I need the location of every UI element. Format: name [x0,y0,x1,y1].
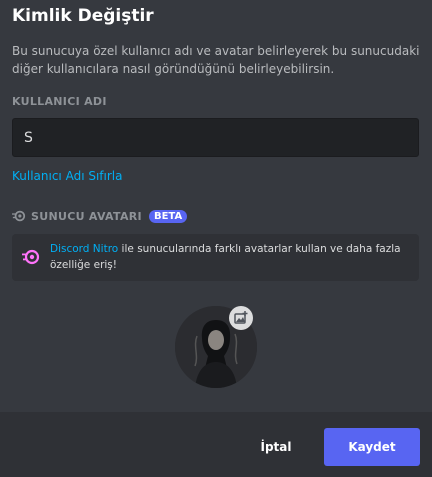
nitro-upsell-text: Discord Nitro ile sunucularında farklı a… [50,241,410,273]
reset-nickname-link[interactable]: Kullanıcı Adı Sıfırla [12,169,122,183]
nickname-input[interactable] [12,118,419,157]
nitro-link[interactable]: Discord Nitro [50,243,118,255]
nickname-label: KULLANICI ADI [12,95,107,108]
upload-image-icon[interactable] [229,306,253,330]
modal-description: Bu sunucuya özel kullanıcı adı ve avatar… [12,44,420,76]
cancel-button[interactable]: İptal [245,429,307,465]
change-identity-modal: Kimlik Değiştir Bu sunucuya özel kullanı… [0,0,432,477]
modal-title: Kimlik Değiştir [12,6,154,26]
server-avatar-label: SUNUCU AVATARI [31,209,142,223]
server-avatar-upload[interactable] [175,306,257,388]
nitro-icon [12,210,26,222]
server-avatar-header: SUNUCU AVATARI BETA [12,208,188,224]
nitro-icon [22,249,40,265]
nitro-upsell-box: Discord Nitro ile sunucularında farklı a… [12,234,419,281]
beta-badge: BETA [148,209,188,223]
save-button[interactable]: Kaydet [324,428,420,466]
modal-footer: İptal Kaydet [0,412,432,477]
